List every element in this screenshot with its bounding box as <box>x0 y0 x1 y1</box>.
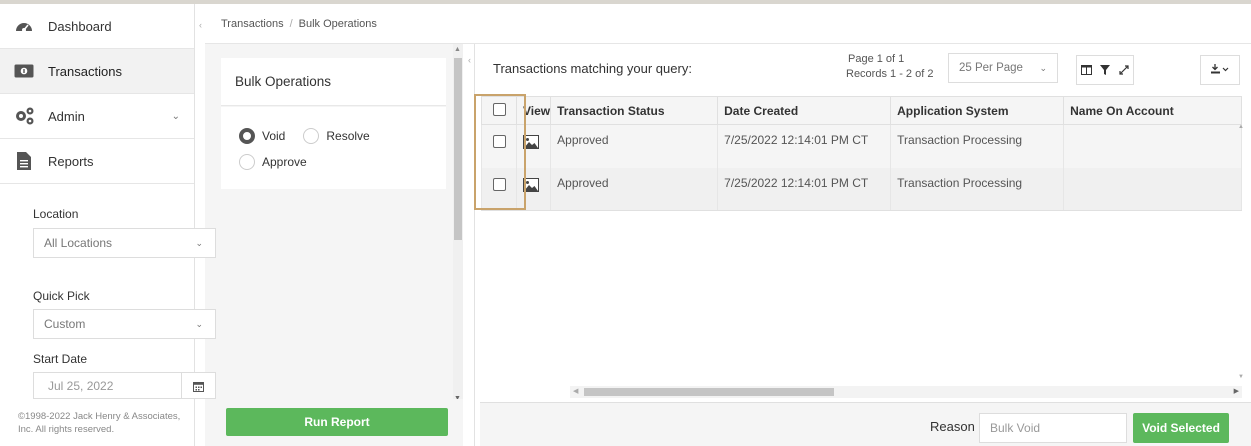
chevron-down-icon: ⌄ <box>195 318 203 329</box>
sidebar-item-dashboard[interactable]: Dashboard <box>0 4 194 49</box>
select-all-header <box>481 96 517 125</box>
transaction-status-cell: Approved <box>550 167 719 211</box>
export-button[interactable] <box>1200 55 1240 85</box>
breadcrumb-separator: / <box>289 17 293 30</box>
view-cell <box>515 124 552 168</box>
breadcrumb: Transactions / Bulk Operations <box>205 4 1251 44</box>
select-all-checkbox[interactable] <box>493 102 506 116</box>
view-cell <box>515 167 552 211</box>
radio-resolve-label: Resolve <box>326 129 370 143</box>
bulk-operation-radio-group: Void Resolve Approve <box>221 107 446 189</box>
scroll-up-arrow-icon[interactable]: ▲ <box>1238 124 1244 130</box>
radio-approve-indicator <box>239 154 255 170</box>
table-row[interactable]: Approved 7/25/2022 12:14:01 PM CT Transa… <box>481 124 1242 168</box>
columns-icon[interactable] <box>1077 65 1096 75</box>
column-header-date-created[interactable]: Date Created <box>717 96 892 125</box>
sidebar-item-transactions[interactable]: Transactions <box>0 49 194 94</box>
reason-input[interactable] <box>979 413 1127 443</box>
start-date-value: Jul 25, 2022 <box>48 378 114 393</box>
radio-void-indicator <box>239 128 255 144</box>
sidebar-item-reports[interactable]: Reports <box>0 139 194 184</box>
chevron-down-icon: ⌄ <box>171 110 180 122</box>
row-checkbox[interactable] <box>493 135 506 148</box>
filter-icon[interactable] <box>1096 65 1115 75</box>
radio-approve[interactable]: Approve <box>239 154 307 170</box>
table-row[interactable]: Approved 7/25/2022 12:14:01 PM CT Transa… <box>481 167 1242 211</box>
reason-label: Reason <box>930 419 975 434</box>
collapse-sidebar-icon[interactable]: ‹ <box>199 20 202 30</box>
application-system-cell: Transaction Processing <box>890 167 1065 211</box>
dashboard-gauge-icon <box>12 16 36 36</box>
transactions-table: View Transaction Status Date Created App… <box>481 96 1242 211</box>
records-indicator: Records 1 - 2 of 2 <box>846 68 934 80</box>
quick-pick-select-value: Custom <box>44 317 86 331</box>
start-date-input[interactable]: Jul 25, 2022 <box>33 372 216 399</box>
sidebar-item-admin[interactable]: Admin ⌄ <box>0 94 194 139</box>
calendar-icon[interactable] <box>181 373 215 399</box>
run-report-button[interactable]: Run Report <box>226 408 448 436</box>
scrollbar-thumb[interactable] <box>454 58 462 240</box>
grid-horizontal-scrollbar[interactable]: ◀ ▶ <box>570 386 1242 398</box>
quick-pick-select[interactable]: Custom ⌄ <box>33 309 216 339</box>
breadcrumb-current: Bulk Operations <box>298 17 377 30</box>
column-header-name-on-account[interactable]: Name On Account <box>1063 96 1242 125</box>
grid-vertical-scrollbar[interactable]: ▲ ▼ <box>1238 124 1246 386</box>
location-label: Location <box>33 207 79 221</box>
scroll-right-arrow-icon[interactable]: ▶ <box>1234 387 1239 395</box>
page-indicator: Page 1 of 1 <box>848 53 905 65</box>
document-icon <box>12 151 36 171</box>
breadcrumb-transactions[interactable]: Transactions <box>221 18 284 30</box>
filter-panel-title: Bulk Operations <box>221 58 446 106</box>
radio-void[interactable]: Void <box>239 128 285 144</box>
money-icon <box>12 61 36 81</box>
filter-panel-scrollbar[interactable]: ▲ ▼ <box>453 44 463 404</box>
filter-panel: Bulk Operations Void Resolve Approve <box>205 44 463 399</box>
void-selected-button[interactable]: Void Selected <box>1133 413 1229 443</box>
scroll-left-arrow-icon[interactable]: ◀ <box>573 387 578 395</box>
pagination-info: Page 1 of 1 Records 1 - 2 of 2 <box>846 52 933 82</box>
sidebar-item-label: Dashboard <box>48 18 112 34</box>
per-page-value: 25 Per Page <box>959 62 1023 74</box>
expand-icon[interactable] <box>1114 65 1133 75</box>
column-header-application-system[interactable]: Application System <box>890 96 1065 125</box>
scrollbar-thumb[interactable] <box>584 388 834 396</box>
date-created-cell: 7/25/2022 12:14:01 PM CT <box>717 167 892 211</box>
radio-void-label: Void <box>262 129 286 143</box>
transaction-status-cell: Approved <box>550 124 719 168</box>
grid-toolbar-group <box>1076 55 1134 85</box>
grid-title: Transactions matching your query: <box>493 61 692 76</box>
gears-icon <box>12 106 36 126</box>
row-select-cell <box>481 124 517 168</box>
sidebar-item-label: Transactions <box>48 63 122 79</box>
sidebar-item-label: Admin <box>48 108 85 124</box>
start-date-label: Start Date <box>33 352 88 366</box>
radio-resolve[interactable]: Resolve <box>303 128 370 144</box>
location-select[interactable]: All Locations ⌄ <box>33 228 216 258</box>
copyright-text: ©1998-2022 Jack Henry & Associates, Inc.… <box>18 411 181 435</box>
quick-pick-label: Quick Pick <box>33 289 90 303</box>
column-header-transaction-status[interactable]: Transaction Status <box>550 96 719 125</box>
name-on-account-cell <box>1063 124 1242 168</box>
scroll-down-arrow-icon[interactable]: ▼ <box>1238 374 1244 386</box>
column-header-view[interactable]: View <box>515 96 552 125</box>
image-icon[interactable] <box>523 177 539 195</box>
per-page-select[interactable]: 25 Per Page ⌄ <box>948 53 1058 83</box>
row-checkbox[interactable] <box>493 177 506 191</box>
chevron-down-icon: ⌄ <box>195 237 203 248</box>
scroll-up-arrow-icon[interactable]: ▲ <box>454 46 461 53</box>
radio-resolve-indicator <box>303 128 320 144</box>
location-select-value: All Locations <box>44 236 113 250</box>
image-icon[interactable] <box>523 135 539 152</box>
download-icon <box>1211 63 1229 77</box>
date-created-cell: 7/25/2022 12:14:01 PM CT <box>717 124 892 168</box>
collapse-filter-icon[interactable]: ‹ <box>468 55 471 65</box>
chevron-down-icon: ⌄ <box>1039 62 1047 73</box>
table-header-row: View Transaction Status Date Created App… <box>481 96 1242 125</box>
sidebar-item-label: Reports <box>48 153 94 169</box>
name-on-account-cell <box>1063 167 1242 211</box>
row-select-cell <box>481 167 517 211</box>
application-system-cell: Transaction Processing <box>890 124 1065 168</box>
radio-approve-label: Approve <box>262 155 307 169</box>
